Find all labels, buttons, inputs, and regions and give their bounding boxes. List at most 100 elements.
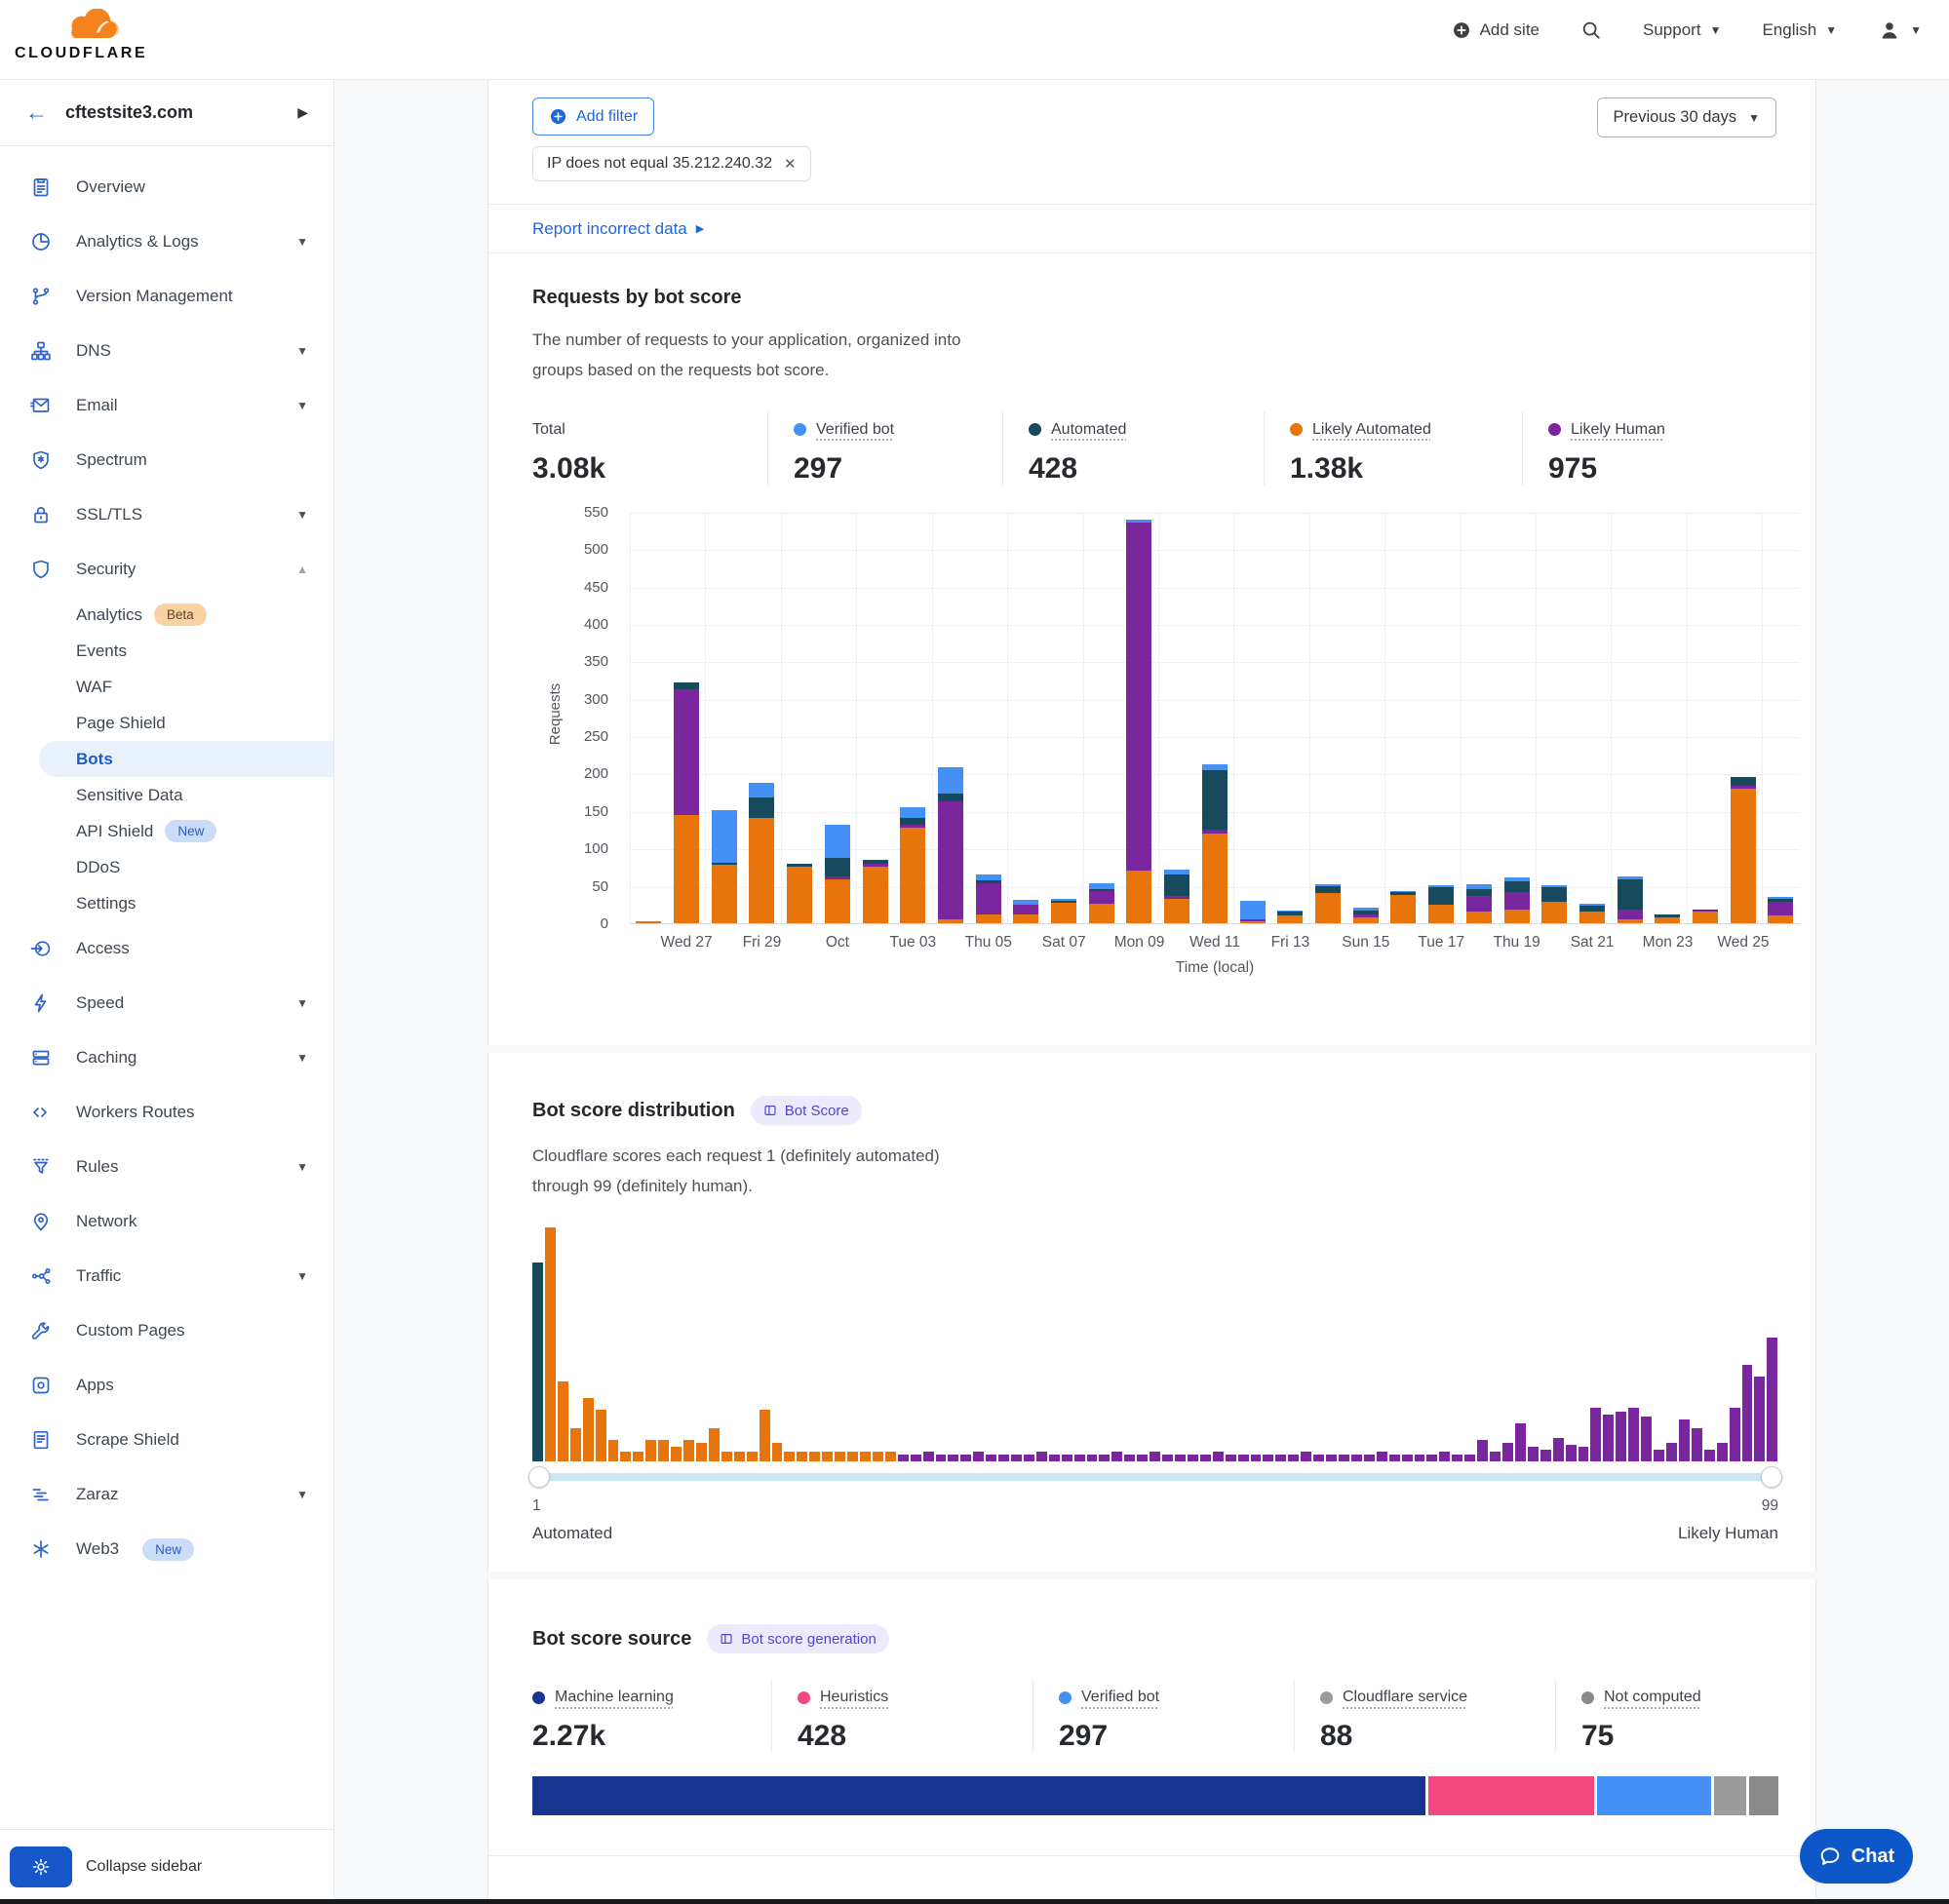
sidebar-item-speed[interactable]: Speed▼: [0, 976, 333, 1030]
sidebar-item-email[interactable]: Email▼: [0, 378, 333, 433]
sidebar-item-dns[interactable]: DNS▼: [0, 324, 333, 378]
cloudflare-logo[interactable]: CLOUDFLARE: [15, 4, 229, 74]
histogram-bar: [709, 1428, 720, 1461]
support-menu[interactable]: Support▼: [1643, 20, 1721, 40]
collapse-sidebar-label[interactable]: Collapse sidebar: [86, 1858, 202, 1876]
bot-score-docs-badge[interactable]: Bot Score: [751, 1096, 862, 1125]
stat-label[interactable]: Not computed: [1604, 1689, 1701, 1706]
stacked-bar[interactable]: [1346, 513, 1384, 923]
stacked-bar[interactable]: [1611, 513, 1649, 923]
settings-gear-button[interactable]: [10, 1846, 72, 1887]
stacked-bar[interactable]: [1460, 513, 1498, 923]
stacked-bar[interactable]: [1423, 513, 1461, 923]
source-stacked-bar[interactable]: [532, 1776, 1778, 1815]
account-menu[interactable]: ▼: [1878, 19, 1922, 42]
stacked-bar[interactable]: [1007, 513, 1045, 923]
stat-label[interactable]: Machine learning: [555, 1689, 674, 1706]
sidebar-item-events[interactable]: Events: [39, 633, 333, 669]
sidebar-item-scrape-shield[interactable]: Scrape Shield: [0, 1413, 333, 1467]
stat-label[interactable]: Verified bot: [1081, 1689, 1159, 1706]
stacked-bar[interactable]: [1649, 513, 1687, 923]
sidebar-item-caching[interactable]: Caching▼: [0, 1030, 333, 1085]
bar-segment-verified_bot: [712, 810, 737, 863]
stacked-bar[interactable]: [705, 513, 743, 923]
close-icon[interactable]: ✕: [784, 155, 797, 173]
chat-button[interactable]: Chat: [1800, 1829, 1913, 1884]
stacked-bar[interactable]: [1120, 513, 1158, 923]
sidebar-item-access[interactable]: Access: [0, 921, 333, 976]
time-range-dropdown[interactable]: Previous 30 days ▼: [1597, 97, 1776, 137]
stacked-bar[interactable]: [1233, 513, 1271, 923]
sidebar-item-sensitive-data[interactable]: Sensitive Data: [39, 777, 333, 813]
slider-handle-right[interactable]: [1761, 1466, 1782, 1488]
sidebar-item-workers-routes[interactable]: Workers Routes: [0, 1085, 333, 1140]
stat-label[interactable]: Likely Human: [1571, 421, 1665, 439]
stacked-bar[interactable]: [1724, 513, 1762, 923]
search-button[interactable]: [1580, 19, 1602, 41]
stacked-bar[interactable]: [781, 513, 819, 923]
add-filter-button[interactable]: Add filter: [532, 97, 654, 136]
add-site-button[interactable]: Add site: [1452, 20, 1540, 40]
stacked-bar[interactable]: [819, 513, 857, 923]
stat-label[interactable]: Heuristics: [820, 1689, 888, 1706]
sidebar-item-apps[interactable]: Apps: [0, 1358, 333, 1413]
sidebar-item-spectrum[interactable]: Spectrum: [0, 433, 333, 487]
slider-track[interactable]: [532, 1473, 1778, 1481]
stacked-bar[interactable]: [932, 513, 970, 923]
stacked-bar[interactable]: [856, 513, 894, 923]
stacked-bar[interactable]: [1574, 513, 1612, 923]
stacked-bar[interactable]: [894, 513, 932, 923]
stacked-bar[interactable]: [1536, 513, 1574, 923]
x-tick: Thu 19: [1494, 934, 1540, 952]
stacked-bar[interactable]: [1309, 513, 1347, 923]
stacked-bar[interactable]: [1158, 513, 1196, 923]
sidebar-item-version-management[interactable]: Version Management: [0, 269, 333, 324]
stacked-bar[interactable]: [1384, 513, 1423, 923]
stacked-bar[interactable]: [1687, 513, 1725, 923]
histogram-bar: [1692, 1428, 1702, 1461]
stat-label[interactable]: Likely Automated: [1312, 421, 1431, 439]
back-arrow-icon[interactable]: ←: [25, 99, 48, 126]
sidebar-item-web3[interactable]: Web3New: [0, 1522, 333, 1576]
stat-label[interactable]: Automated: [1051, 421, 1126, 439]
y-tick: 50: [592, 878, 608, 895]
sidebar-item-page-shield[interactable]: Page Shield: [39, 705, 333, 741]
stacked-bar[interactable]: [1271, 513, 1309, 923]
sidebar-item-overview[interactable]: Overview: [0, 160, 333, 214]
sidebar-item-ddos[interactable]: DDoS: [39, 849, 333, 885]
sidebar-item-zaraz[interactable]: Zaraz▼: [0, 1467, 333, 1522]
bot-score-generation-badge[interactable]: Bot score generation: [707, 1624, 888, 1653]
histogram-bar: [1099, 1455, 1110, 1461]
filter-chip[interactable]: IP does not equal 35.212.240.32 ✕: [532, 146, 811, 181]
stacked-bar[interactable]: [969, 513, 1007, 923]
language-menu[interactable]: English▼: [1762, 20, 1837, 40]
histogram-bar: [1124, 1455, 1135, 1461]
sidebar-item-api-shield[interactable]: API ShieldNew: [39, 813, 333, 849]
report-incorrect-data-link[interactable]: Report incorrect data▶: [488, 205, 1815, 253]
stacked-bar[interactable]: [743, 513, 781, 923]
sidebar-item-ssl-tls[interactable]: SSL/TLS▼: [0, 487, 333, 542]
sidebar-item-bots[interactable]: Bots: [39, 741, 333, 777]
chevron-right-icon[interactable]: ▶: [297, 104, 308, 121]
slider-handle-left[interactable]: [528, 1466, 550, 1488]
stacked-bar[interactable]: [1082, 513, 1120, 923]
bar-segment-likely_automated: [1693, 912, 1718, 923]
sidebar-item-custom-pages[interactable]: Custom Pages: [0, 1303, 333, 1358]
stat-label[interactable]: Cloudflare service: [1343, 1689, 1467, 1706]
stacked-bar[interactable]: [630, 513, 668, 923]
sidebar-item-network[interactable]: Network: [0, 1194, 333, 1249]
stacked-bar[interactable]: [1196, 513, 1234, 923]
sidebar-item-traffic[interactable]: Traffic▼: [0, 1249, 333, 1303]
stat-label[interactable]: Verified bot: [816, 421, 894, 439]
sidebar-item-analytics-logs[interactable]: Analytics & Logs▼: [0, 214, 333, 269]
stacked-bar[interactable]: [668, 513, 706, 923]
stacked-bar[interactable]: [1045, 513, 1083, 923]
score-histogram[interactable]: [532, 1227, 1778, 1461]
sidebar-item-analytics[interactable]: AnalyticsBeta: [39, 597, 333, 633]
sidebar-item-rules[interactable]: Rules▼: [0, 1140, 333, 1194]
sidebar-item-waf[interactable]: WAF: [39, 669, 333, 705]
sidebar-item-security[interactable]: Security▲: [0, 542, 333, 597]
stacked-bar[interactable]: [1498, 513, 1536, 923]
sidebar-item-settings[interactable]: Settings: [39, 885, 333, 921]
stacked-bar[interactable]: [1762, 513, 1800, 923]
